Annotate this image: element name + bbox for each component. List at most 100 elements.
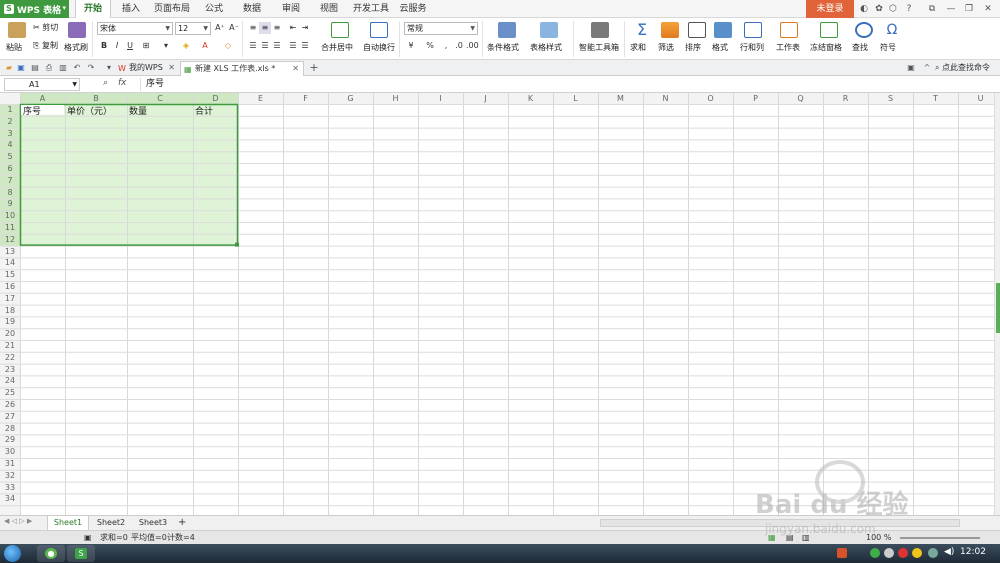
clear-format-icon[interactable]: ◇ <box>222 40 234 52</box>
print-icon[interactable]: ⎙ <box>44 63 54 73</box>
skin-icon[interactable]: ◐ <box>858 3 870 15</box>
column-header-k[interactable]: K <box>508 94 553 103</box>
underline-button[interactable]: U <box>124 40 136 52</box>
tray-network-icon[interactable] <box>870 548 880 558</box>
row-header-2[interactable]: 2 <box>0 117 20 126</box>
row-header-18[interactable]: 18 <box>0 306 20 315</box>
export-pdf-icon[interactable]: ▤ <box>30 63 40 73</box>
open-icon[interactable]: ▰ <box>4 63 14 73</box>
worksheet-button[interactable]: 工作表 <box>776 42 800 53</box>
freeze-button[interactable]: 冻结窗格 <box>810 42 842 53</box>
column-header-t[interactable]: T <box>913 94 958 103</box>
start-button[interactable] <box>4 545 21 562</box>
sum-button[interactable]: 求和 <box>630 42 646 53</box>
undo-icon[interactable]: ↶ <box>72 63 82 73</box>
maximize-icon[interactable]: ❐ <box>963 3 975 15</box>
tray-app-icon[interactable] <box>912 548 922 558</box>
row-header-9[interactable]: 9 <box>0 199 20 208</box>
row-header-19[interactable]: 19 <box>0 317 20 326</box>
italic-button[interactable]: I <box>111 40 123 52</box>
name-box[interactable]: A1 ▼ <box>4 78 80 91</box>
number-format-select[interactable]: 常规 ▼ <box>404 22 478 35</box>
row-header-12[interactable]: 12 <box>0 235 20 244</box>
vertical-scrollbar[interactable] <box>994 93 1000 515</box>
row-header-28[interactable]: 28 <box>0 424 20 433</box>
format-painter-button[interactable]: 格式刷 <box>64 42 88 53</box>
save-icon[interactable]: ▣ <box>16 63 26 73</box>
row-header-25[interactable]: 25 <box>0 388 20 397</box>
row-header-10[interactable]: 10 <box>0 211 20 220</box>
tray-security-icon[interactable] <box>898 548 908 558</box>
align-bottom-icon[interactable]: ≡ <box>271 22 283 34</box>
row-header-22[interactable]: 22 <box>0 353 20 362</box>
volume-icon[interactable]: ◀) <box>944 547 954 557</box>
tray-wps-icon[interactable] <box>837 548 847 558</box>
cell-b1[interactable]: 单价（元） <box>67 104 112 117</box>
row-col-button[interactable]: 行和列 <box>740 42 764 53</box>
search-command[interactable]: ⌕ 点此查找命令 <box>935 62 990 73</box>
cell-c1[interactable]: 数量 <box>129 104 147 117</box>
column-header-b[interactable]: B <box>65 94 127 103</box>
align-top-icon[interactable]: ≡ <box>247 22 259 34</box>
tab-page-layout[interactable]: 页面布局 <box>152 0 192 18</box>
row-header-32[interactable]: 32 <box>0 471 20 480</box>
font-name-select[interactable]: 宋体 ▼ <box>97 22 173 35</box>
align-right-icon[interactable]: ☰ <box>271 40 283 52</box>
tab-document[interactable]: ▦ 新建 XLS 工作表.xls * ✕ <box>180 61 304 76</box>
column-header-f[interactable]: F <box>283 94 328 103</box>
row-header-24[interactable]: 24 <box>0 376 20 385</box>
tab-view[interactable]: 视图 <box>314 0 344 18</box>
login-button[interactable]: 未登录 <box>806 0 854 18</box>
row-header-3[interactable]: 3 <box>0 129 20 138</box>
row-header-26[interactable]: 26 <box>0 400 20 409</box>
close-icon[interactable]: ✕ <box>292 62 299 76</box>
tab-my-wps[interactable]: W 我的WPS ✕ <box>115 61 179 76</box>
spreadsheet-grid[interactable]: ABCDEFGHIJKLMNOPQRSTU 1 2 3 4 5 6 7 8 9 10 11 12 13 1… <box>0 93 996 515</box>
font-color-icon[interactable]: A <box>199 40 211 52</box>
row-header-20[interactable]: 20 <box>0 329 20 338</box>
tray-display-icon[interactable] <box>928 548 938 558</box>
smart-toolbox-button[interactable]: 智能工具箱 <box>579 42 619 53</box>
conditional-format-button[interactable]: 条件格式 <box>487 42 519 53</box>
minimize-icon[interactable]: — <box>945 3 957 15</box>
paste-button[interactable]: 粘贴 <box>6 42 22 53</box>
distribute-icon[interactable]: ☰ <box>299 40 311 52</box>
column-header-e[interactable]: E <box>238 94 283 103</box>
format-button[interactable]: 格式 <box>712 42 728 53</box>
font-size-select[interactable]: 12 ▼ <box>175 22 211 35</box>
align-center-icon[interactable]: ☰ <box>259 40 271 52</box>
justify-icon[interactable]: ☰ <box>287 40 299 52</box>
row-header-23[interactable]: 23 <box>0 365 20 374</box>
row-header-16[interactable]: 16 <box>0 282 20 291</box>
align-middle-icon[interactable]: ≡ <box>259 22 271 34</box>
cut-button[interactable]: ✂ 剪切 <box>33 22 58 33</box>
row-header-13[interactable]: 13 <box>0 247 20 256</box>
column-header-l[interactable]: L <box>553 94 598 103</box>
row-header-1[interactable]: 1 <box>0 105 20 114</box>
row-header-33[interactable]: 33 <box>0 483 20 492</box>
chevron-down-icon[interactable]: ▾ <box>104 63 114 73</box>
fill-color-icon[interactable]: ◈ <box>180 40 192 52</box>
find-button[interactable]: 查找 <box>852 42 868 53</box>
taskbar-wps[interactable]: S <box>67 545 95 562</box>
restore-icon[interactable]: ⧉ <box>926 3 938 15</box>
tray-user-icon[interactable] <box>884 548 894 558</box>
tab-formulas[interactable]: 公式 <box>199 0 229 18</box>
column-header-u[interactable]: U <box>958 94 996 103</box>
indent-increase-icon[interactable]: ⇥ <box>299 22 311 34</box>
column-header-p[interactable]: P <box>733 94 778 103</box>
settings-icon[interactable]: ✿ <box>873 3 885 15</box>
column-header-c[interactable]: C <box>127 94 193 103</box>
message-icon[interactable]: ▣ <box>906 63 916 73</box>
sheet-tab-1[interactable]: Sheet1 <box>47 516 89 530</box>
row-header-34[interactable]: 34 <box>0 494 20 503</box>
taskbar-browser[interactable]: ● <box>37 545 65 562</box>
sheet-tab-3[interactable]: Sheet3 <box>133 516 173 530</box>
row-header-30[interactable]: 30 <box>0 447 20 456</box>
wrap-text-button[interactable]: 自动换行 <box>363 42 395 53</box>
tab-cloud[interactable]: 云服务 <box>396 0 430 18</box>
row-header-5[interactable]: 5 <box>0 152 20 161</box>
decrease-font-icon[interactable]: A⁻ <box>228 22 240 34</box>
print-preview-icon[interactable]: ▥ <box>58 63 68 73</box>
thousands-icon[interactable]: , <box>440 40 452 52</box>
